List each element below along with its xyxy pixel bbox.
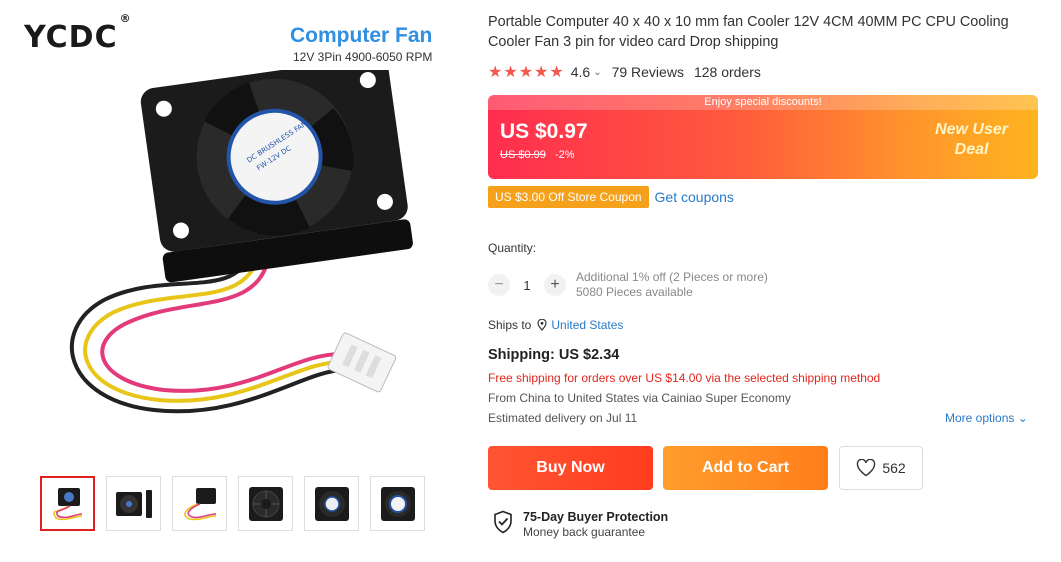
shipping-route: From China to United States via Cainiao … [488, 391, 791, 405]
free-shipping-note: Free shipping for orders over US $14.00 … [488, 371, 881, 385]
product-gallery: YCDC® Computer Fan 12V 3Pin 4900-6050 RP… [0, 0, 470, 562]
current-price: US $0.97 [500, 120, 588, 143]
thumb-fan-side-icon [115, 489, 152, 518]
discount-banner-text: Enjoy special discounts! [488, 95, 1038, 110]
more-shipping-options-link[interactable]: More options ⌄ [945, 411, 1028, 425]
thumbnail-strip [40, 476, 425, 531]
thumb-fan-back-icon [248, 486, 283, 521]
thumbnail-5[interactable] [304, 476, 359, 531]
promo-title: Computer Fan [290, 24, 433, 47]
quantity-increase-button[interactable]: + [544, 274, 566, 296]
bulk-discount-note: Additional 1% off (2 Pieces or more) [576, 270, 768, 284]
get-coupons-link[interactable]: Get coupons [655, 189, 734, 205]
add-to-cart-button[interactable]: Add to Cart [663, 446, 828, 490]
reviews-link[interactable]: 79 Reviews [612, 64, 684, 80]
thumb-fan-angle-icon [183, 487, 216, 520]
location-pin-icon [537, 319, 547, 331]
rating-stars: ★★★★★ [488, 64, 565, 81]
shield-check-icon [494, 510, 512, 534]
thumb-fan-label-icon [380, 486, 415, 521]
coupon-row: US $3.00 Off Store Coupon Get coupons [488, 186, 734, 208]
quantity-stepper: − 1 + Additional 1% off (2 Pieces or mor… [488, 270, 768, 300]
stock-available: 5080 Pieces available [576, 285, 693, 299]
estimated-delivery: Estimated delivery on Jul 11 [488, 411, 638, 425]
orders-count: 128 orders [693, 64, 761, 80]
ships-to-label: Ships to [488, 318, 532, 332]
store-coupon-tag[interactable]: US $3.00 Off Store Coupon [488, 186, 649, 208]
wishlist-count: 562 [882, 460, 906, 476]
new-user-deal-badge: New User Deal [935, 120, 1008, 160]
brand-logo: YCDC® [24, 12, 132, 55]
rating-value[interactable]: 4.6 [571, 64, 590, 80]
ships-to-row: Ships to United States [488, 318, 623, 332]
original-price: US $0.99 -2% [500, 149, 575, 161]
price-banner: Enjoy special discounts! US $0.97 US $0.… [488, 95, 1038, 179]
original-price-value: US $0.99 [500, 149, 546, 161]
wishlist-button[interactable]: 562 [839, 446, 923, 490]
new-user-line2: Deal [954, 141, 989, 158]
shipping-cost: Shipping: US $2.34 [488, 347, 620, 363]
main-product-image[interactable]: YCDC® Computer Fan 12V 3Pin 4900-6050 RP… [14, 10, 454, 460]
thumbnail-3[interactable] [172, 476, 227, 531]
thumbnail-1[interactable] [40, 476, 95, 531]
ships-to-country-link[interactable]: United States [551, 318, 623, 332]
discount-percent: -2% [554, 149, 575, 161]
protection-title: 75-Day Buyer Protection [523, 510, 669, 524]
thumb-fan-wired-icon [52, 487, 82, 520]
thumbnail-6[interactable] [370, 476, 425, 531]
fan-illustration: DC BRUSHLESS FAN FW-12V DC [69, 70, 413, 414]
quantity-label: Quantity: [488, 241, 537, 255]
buyer-protection: 75-Day Buyer Protection Money back guara… [493, 510, 668, 539]
protection-subtitle: Money back guarantee [523, 525, 646, 539]
chevron-down-icon[interactable]: ⌄ [593, 67, 601, 78]
product-title: Portable Computer 40 x 40 x 10 mm fan Co… [488, 14, 1009, 50]
quantity-info: Additional 1% off (2 Pieces or more) 508… [576, 270, 768, 300]
thumbnail-4[interactable] [238, 476, 293, 531]
thumb-fan-front-icon [314, 486, 349, 521]
quantity-decrease-button[interactable]: − [488, 274, 510, 296]
quantity-input[interactable]: 1 [510, 278, 544, 293]
buy-now-button[interactable]: Buy Now [488, 446, 653, 490]
promo-subtitle: 12V 3Pin 4900-6050 RPM [293, 50, 433, 64]
new-user-line1: New User [935, 121, 1008, 138]
thumbnail-2[interactable] [106, 476, 161, 531]
rating-row: ★★★★★ 4.6 ⌄ 79 Reviews 128 orders [488, 62, 761, 82]
heart-icon [857, 459, 876, 477]
